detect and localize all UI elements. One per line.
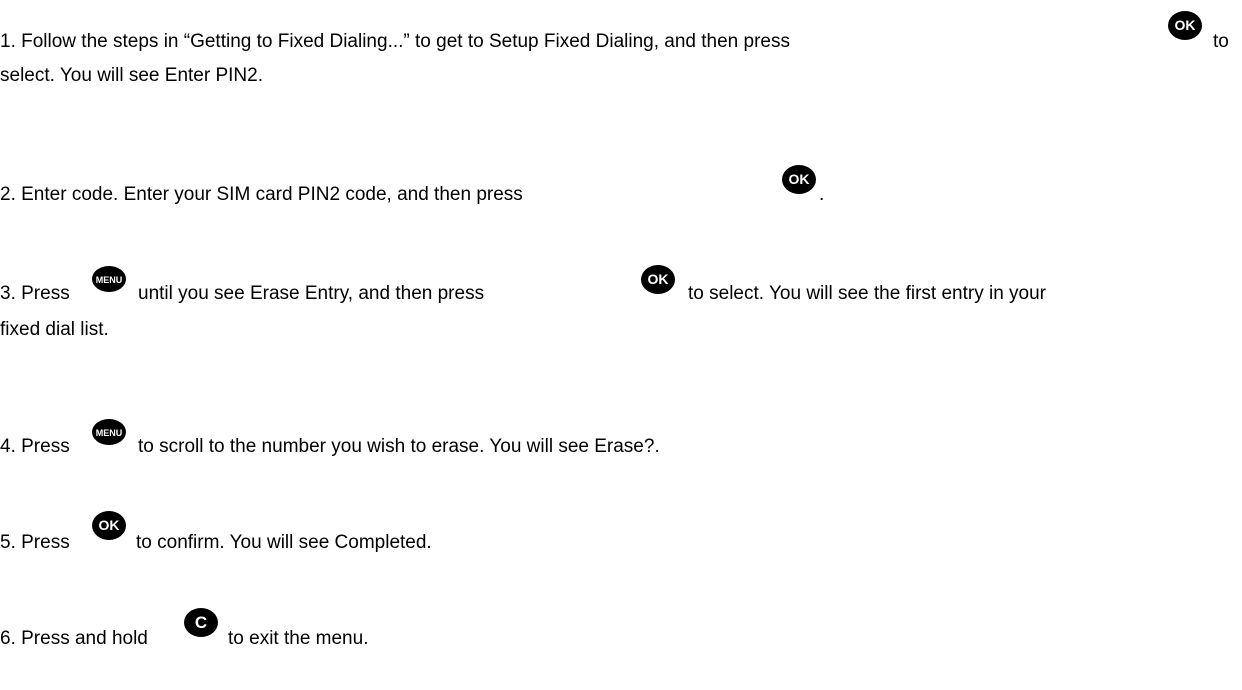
step-6-end: to exit the menu. [228,628,369,649]
step-5: 5. Press OK to confirm. You will see Com… [0,500,1242,560]
step-1: 1. Follow the steps in “Getting to Fixed… [0,0,1242,100]
step-3-line-1-end: to select. You will see the first entry … [688,283,1047,304]
c-key-icon: C [183,607,219,638]
step-4-start: 4. Press [0,436,70,457]
step-3-line-1-start: 3. Press [0,283,70,304]
step-6: 6. Press and hold C to exit the menu. [0,596,1242,656]
ok-key-icon: OK [91,510,127,541]
step-3-line-1-middle: until you see Erase Entry, and then pres… [138,283,485,304]
svg-text:OK: OK [99,517,120,533]
svg-text:OK: OK [648,271,669,287]
ok-key-icon: OK [640,264,676,295]
step-4: 4. Press MENU to scroll to the number yo… [0,404,1242,464]
step-1-line-2-text: select. You will see Enter PIN2. [0,65,263,86]
step-1-line-1-text: 1. Follow the steps in “Getting to Fixed… [0,31,790,52]
ok-key-icon: OK [781,164,817,195]
step-4-end: to scroll to the number you wish to eras… [138,436,660,457]
step-1-line-1-tail: to [1213,31,1229,52]
step-2-tail: . [819,184,825,205]
step-2: 2. Enter code. Enter your SIM card PIN2 … [0,150,1242,210]
step-3-line-2-text: fixed dial list. [0,319,109,340]
step-2-text: 2. Enter code. Enter your SIM card PIN2 … [0,184,523,205]
svg-text:MENU: MENU [96,275,123,285]
step-5-end: to confirm. You will see Completed. [136,532,432,553]
step-5-start: 5. Press [0,532,70,553]
ok-key-icon: OK [1167,10,1203,41]
menu-key-icon: MENU [91,418,127,446]
svg-text:MENU: MENU [96,428,123,438]
svg-text:OK: OK [1175,17,1196,33]
menu-key-icon: MENU [91,265,127,293]
svg-text:OK: OK [789,171,810,187]
step-6-start: 6. Press and hold [0,628,148,649]
step-3: 3. Press MENU until you see Erase Entry,… [0,254,1242,364]
svg-text:C: C [195,613,207,632]
